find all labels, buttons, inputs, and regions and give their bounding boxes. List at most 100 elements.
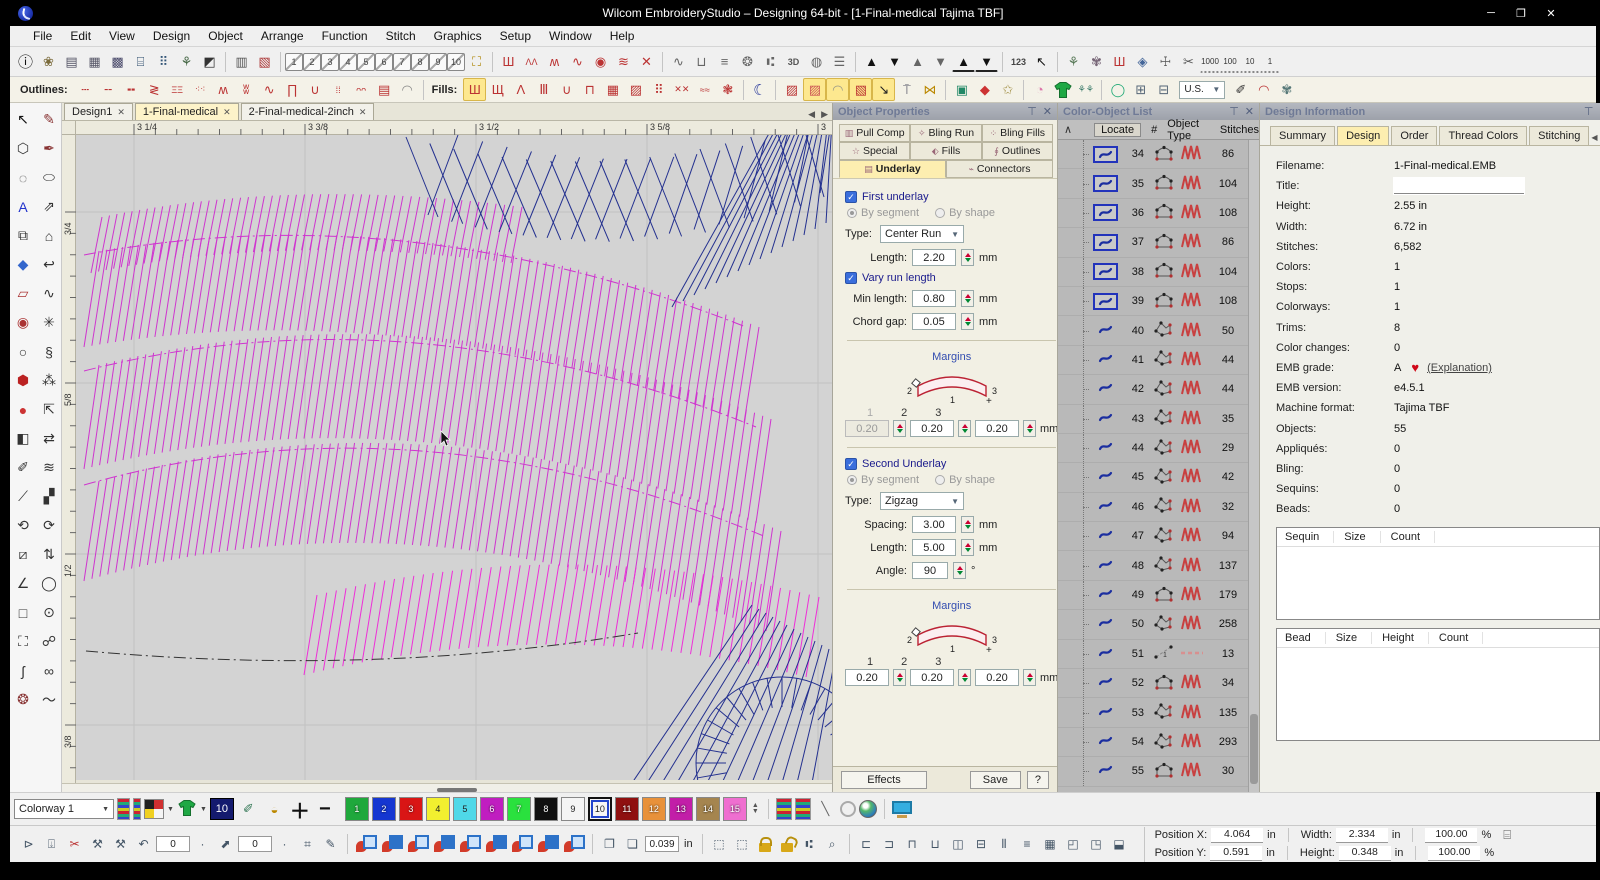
- polygon-select-tool[interactable]: ⬡: [10, 134, 36, 163]
- slow-redraw-icon[interactable]: ✎: [320, 834, 341, 855]
- outline-sparse-icon[interactable]: ⁞⁞: [327, 78, 350, 101]
- locate-icon[interactable]: [1092, 204, 1118, 222]
- wheel-tool[interactable]: ❂: [10, 685, 36, 714]
- locate-icon[interactable]: [1092, 175, 1118, 193]
- object-row-37[interactable]: 37 86: [1058, 228, 1248, 258]
- by-shape-radio[interactable]: [935, 208, 946, 218]
- outline-steps-icon[interactable]: ᴖᴖ: [350, 78, 373, 101]
- fill-cross-icon[interactable]: ✕✕: [670, 78, 693, 101]
- backtrack-tool[interactable]: ↩: [36, 250, 62, 279]
- stitch-edit-icon[interactable]: ⌗: [297, 834, 318, 855]
- outline-sculpture-run-icon[interactable]: ╍: [120, 78, 143, 101]
- needle-4[interactable]: 4: [339, 52, 357, 71]
- travel-prev-object-icon[interactable]: ▲: [906, 50, 929, 73]
- collapse-all-icon[interactable]: ∧: [1064, 123, 1072, 136]
- needle-2[interactable]: 2: [303, 52, 321, 71]
- op-tab-underlay[interactable]: ▤ Underlay: [839, 160, 946, 178]
- menu-design[interactable]: Design: [144, 27, 199, 45]
- locate-icon[interactable]: [1098, 617, 1113, 631]
- family-colors-icon[interactable]: ⚘⚘: [1074, 78, 1097, 101]
- locate-icon[interactable]: [1092, 233, 1118, 251]
- min-length-input[interactable]: 0.80: [912, 290, 956, 307]
- needle-6[interactable]: 6: [375, 52, 393, 71]
- insert-stitch-icon[interactable]: ⍗: [41, 834, 62, 855]
- marquee-icon[interactable]: ⬚: [709, 834, 730, 855]
- stitch-loop-icon[interactable]: ⊔: [690, 50, 713, 73]
- by-segment-radio[interactable]: [847, 475, 857, 485]
- color-swatch-11[interactable]: 11: [614, 797, 639, 821]
- locate-icon[interactable]: [1092, 145, 1118, 163]
- column-tool[interactable]: ⌂: [36, 221, 62, 250]
- travel-1000-icon[interactable]: 1000: [1200, 50, 1220, 73]
- underlay-type-select[interactable]: Zigzag ▼: [880, 492, 964, 510]
- stitch-density-icon[interactable]: ⠿: [152, 50, 175, 73]
- wave-fill-icon[interactable]: ≋: [612, 50, 635, 73]
- object-row-36[interactable]: 36 108: [1058, 198, 1248, 229]
- lettering-tool[interactable]: A: [10, 192, 36, 221]
- margin-3-input[interactable]: 0.20: [975, 669, 1019, 686]
- locate-icon[interactable]: [1098, 764, 1113, 778]
- bring-front-icon[interactable]: [459, 835, 481, 853]
- object-row-44[interactable]: 44 29: [1058, 433, 1248, 464]
- op-tab-outlines[interactable]: ∮ Outlines: [981, 142, 1053, 160]
- satin-patch3-icon[interactable]: ▧: [849, 78, 873, 101]
- fill-hole-icon[interactable]: [407, 835, 429, 853]
- object-row-47[interactable]: 47 94: [1058, 522, 1248, 552]
- thread-bar-icon[interactable]: [117, 798, 130, 820]
- op-tab-connectors[interactable]: ⌁ Connectors: [946, 160, 1053, 178]
- by-shape-radio[interactable]: [935, 475, 946, 485]
- object-row-53[interactable]: 53 135: [1058, 698, 1248, 728]
- outline-motif-dots-icon[interactable]: ⁖⁖: [189, 78, 212, 101]
- thread-spool-icon[interactable]: ⌸: [129, 50, 152, 73]
- di-tab-stitching[interactable]: Stitching: [1529, 126, 1590, 145]
- spinner[interactable]: [961, 516, 974, 533]
- color-swatch-6[interactable]: 6: [479, 797, 504, 821]
- cut-stitch-icon[interactable]: ✂: [64, 834, 85, 855]
- locate-icon[interactable]: [1098, 706, 1113, 720]
- pin-icon[interactable]: ⊤: [1584, 105, 1594, 118]
- hoop-tool[interactable]: ◯: [36, 569, 62, 598]
- object-row-34[interactable]: 34 86: [1058, 140, 1248, 170]
- op-tab-bling-run[interactable]: ✧ Bling Run: [910, 124, 982, 142]
- select-box-tool[interactable]: ⛶: [10, 627, 36, 656]
- corner2-icon[interactable]: ◳: [1086, 834, 1107, 855]
- fill-columns-icon[interactable]: Ⅲ: [532, 78, 555, 101]
- fish-motif-icon[interactable]: ⋈: [918, 78, 941, 101]
- color-object-list-scrollbar[interactable]: [1248, 140, 1259, 792]
- skew-input[interactable]: 0: [238, 836, 272, 852]
- scatter-tool[interactable]: ⁂: [36, 366, 62, 395]
- circle-tool[interactable]: ○: [10, 337, 36, 366]
- outline-single-run-icon[interactable]: ┄: [74, 78, 97, 101]
- hexagon-tool[interactable]: ⬢: [10, 366, 36, 395]
- spinner[interactable]: [961, 539, 974, 556]
- explanation-link[interactable]: (Explanation): [1427, 362, 1492, 374]
- color-swatch-1[interactable]: 1: [344, 797, 369, 821]
- object-row-52[interactable]: 52 34: [1058, 669, 1248, 699]
- outline-comb-icon[interactable]: ∏: [281, 78, 304, 101]
- object-row-40[interactable]: 40 50: [1058, 316, 1248, 346]
- wreath-icon[interactable]: ◍: [805, 50, 828, 73]
- remove-color-button[interactable]: −: [314, 798, 336, 821]
- run-tool[interactable]: ⇗: [36, 192, 62, 221]
- spinner[interactable]: [958, 669, 971, 686]
- outline-sine-icon[interactable]: ∿: [258, 78, 281, 101]
- locate-icon[interactable]: [1098, 382, 1113, 396]
- flower-motif-icon[interactable]: ⚘: [1062, 50, 1085, 73]
- angle-input[interactable]: 90: [912, 562, 948, 579]
- apply-color-icon[interactable]: ◒: [263, 798, 286, 821]
- space-evenly-v-icon[interactable]: ≡: [1017, 834, 1038, 855]
- print-red-icon[interactable]: ▧: [253, 50, 276, 73]
- chains-icon[interactable]: ⑆: [759, 50, 782, 73]
- contrast-view-icon[interactable]: ◩: [198, 50, 221, 73]
- needle-drop-icon[interactable]: ⍑: [895, 78, 918, 101]
- contour-fill-icon[interactable]: ∿: [566, 50, 589, 73]
- by-segment-radio[interactable]: [847, 208, 857, 218]
- menu-graphics[interactable]: Graphics: [425, 27, 491, 45]
- color-swatch-3[interactable]: 3: [398, 797, 423, 821]
- first-underlay-checkbox[interactable]: ✓: [845, 191, 857, 203]
- tatami-fill-icon[interactable]: ΛΛ: [520, 50, 543, 73]
- locate-icon[interactable]: [1092, 263, 1118, 281]
- monogram-tool[interactable]: ⧉: [10, 221, 36, 250]
- align-right-icon[interactable]: ⊐: [879, 834, 900, 855]
- dot-tool[interactable]: ⊙: [36, 598, 62, 627]
